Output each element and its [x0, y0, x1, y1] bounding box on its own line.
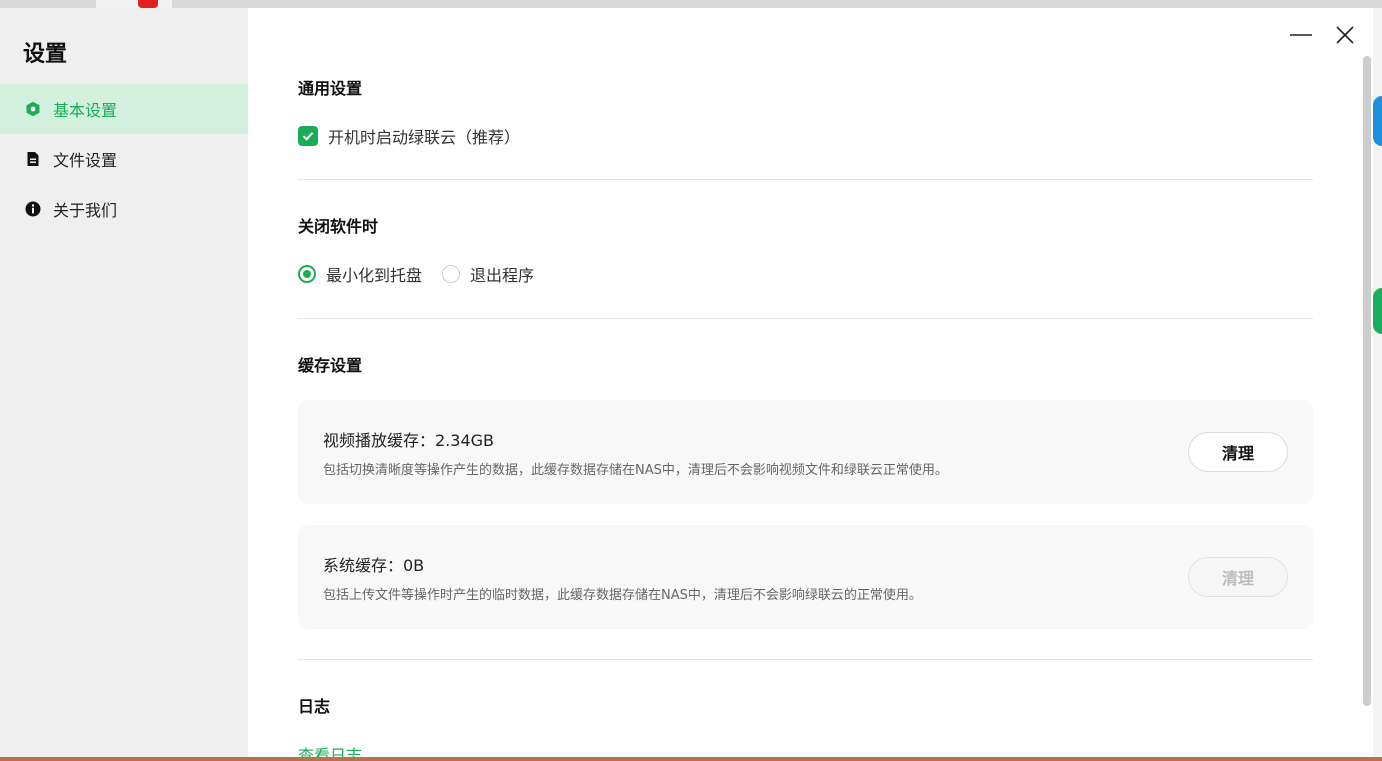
divider — [298, 318, 1313, 319]
scrollbar[interactable] — [1363, 56, 1371, 706]
sidebar-item-file-settings[interactable]: 文件设置 — [0, 134, 248, 184]
background-app-icon — [1373, 96, 1382, 146]
background-app-edge — [1373, 8, 1382, 757]
sidebar-title: 设置 — [23, 42, 68, 67]
video-cache-card: 视频播放缓存：2.34GB 包括切换清晰度等操作产生的数据，此缓存数据存储在NA… — [298, 400, 1313, 504]
close-behavior-radio-group: 最小化到托盘 退出程序 — [298, 262, 554, 286]
background-window — [96, 0, 172, 8]
info-icon — [24, 200, 42, 218]
radio-label: 退出程序 — [470, 266, 535, 285]
radio-label: 最小化到托盘 — [326, 266, 423, 285]
clear-system-cache-button[interactable]: 清理 — [1188, 557, 1288, 597]
close-icon — [1336, 26, 1354, 44]
system-cache-card: 系统缓存：0B 包括上传文件等操作时产生的临时数据，此缓存数据存储在NAS中，清… — [298, 525, 1313, 629]
sidebar-item-label: 基本设置 — [53, 101, 118, 120]
radio-exit-program[interactable]: 退出程序 — [442, 262, 534, 286]
autostart-label: 开机时启动绿联云（推荐） — [328, 128, 521, 147]
document-icon — [24, 150, 42, 168]
background-app-icon — [1373, 288, 1382, 334]
checkbox-checked-icon — [298, 126, 318, 146]
radio-unselected-icon — [442, 265, 461, 283]
sidebar-item-label: 关于我们 — [53, 201, 118, 220]
video-cache-description: 包括切换清晰度等操作产生的数据，此缓存数据存储在NAS中，清理后不会影响视频文件… — [323, 463, 948, 478]
shield-icon — [24, 100, 42, 118]
settings-content: 通用设置 开机时启动绿联云（推荐） 关闭软件时 最小化到托盘 退出程序 缓存设置… — [298, 8, 1313, 757]
system-cache-title: 系统缓存：0B — [323, 556, 425, 575]
desktop-background — [0, 0, 1382, 8]
autostart-checkbox[interactable]: 开机时启动绿联云（推荐） — [298, 124, 520, 148]
close-button[interactable] — [1332, 22, 1358, 48]
settings-window: 设置 基本设置 文件设置 关于我们 通用设置 开机时启动绿联云（推荐） 关闭软件… — [0, 8, 1373, 757]
system-cache-description: 包括上传文件等操作时产生的临时数据，此缓存数据存储在NAS中，清理后不会影响绿联… — [323, 588, 922, 603]
section-title-close-behavior: 关闭软件时 — [298, 217, 379, 236]
radio-minimize-to-tray[interactable]: 最小化到托盘 — [298, 262, 422, 286]
view-log-link[interactable]: 查看日志 — [298, 742, 362, 757]
section-title-log: 日志 — [298, 697, 331, 716]
divider — [298, 179, 1313, 180]
sidebar-nav: 基本设置 文件设置 关于我们 — [0, 84, 248, 234]
clear-video-cache-button[interactable]: 清理 — [1188, 432, 1288, 472]
section-title-general: 通用设置 — [298, 79, 363, 98]
video-cache-title: 视频播放缓存：2.34GB — [323, 431, 495, 450]
sidebar-item-basic-settings[interactable]: 基本设置 — [0, 84, 248, 134]
sidebar-item-label: 文件设置 — [53, 151, 118, 170]
radio-selected-icon — [298, 265, 316, 283]
divider — [298, 659, 1313, 660]
sidebar-item-about-us[interactable]: 关于我们 — [0, 184, 248, 234]
desktop-taskbar-edge — [0, 757, 1382, 761]
section-title-cache: 缓存设置 — [298, 356, 363, 375]
sidebar: 设置 基本设置 文件设置 关于我们 — [0, 8, 248, 757]
background-badge — [138, 0, 158, 8]
